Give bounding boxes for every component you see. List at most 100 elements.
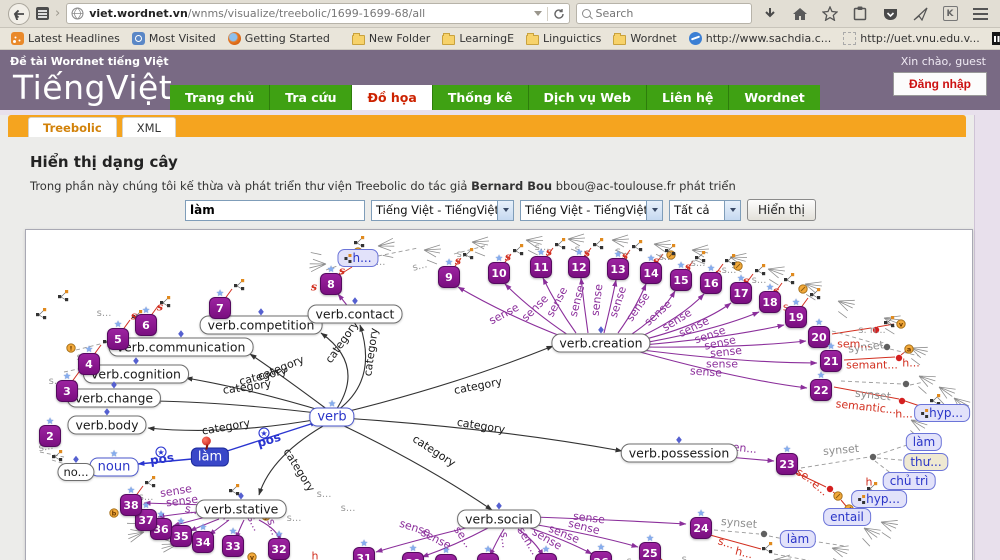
menu-button[interactable] xyxy=(968,2,992,26)
chevron-icon: › xyxy=(55,6,60,21)
search-input[interactable] xyxy=(596,7,716,20)
filter-select-3[interactable]: Tất cả xyxy=(669,200,741,221)
sense-node-32[interactable]: ★32 xyxy=(268,538,290,560)
node-noun[interactable]: ★noun xyxy=(90,458,139,477)
sense-node-27[interactable]: ★27 xyxy=(535,553,557,560)
bookmark-item-linguictics[interactable]: Linguictics xyxy=(521,30,606,47)
sense-node-8[interactable]: ★8 xyxy=(320,273,342,295)
sense-node-3[interactable]: ★3 xyxy=(56,380,78,402)
tab-treebolic[interactable]: Treebolic xyxy=(28,117,117,137)
node-hyp-2[interactable]: hyp... xyxy=(851,490,907,508)
node-verb-stative[interactable]: ♦verb.stative xyxy=(196,500,287,519)
bookmark-item-wordnet[interactable]: Wordnet xyxy=(608,30,681,47)
bookmark-item-learninge[interactable]: LearningE xyxy=(437,30,519,47)
sense-node-13[interactable]: ★13 xyxy=(607,258,629,280)
sense-node-31[interactable]: ★31 xyxy=(353,547,375,560)
back-button[interactable] xyxy=(8,3,30,25)
node-thu[interactable]: thư... xyxy=(903,453,948,471)
filter-select-2[interactable]: Tiếng Việt - TiếngViệt xyxy=(520,200,663,221)
sense-node-4[interactable]: ★4 xyxy=(78,353,100,375)
sense-node-14[interactable]: ★14 xyxy=(640,262,662,284)
tab-xml[interactable]: XML xyxy=(122,117,176,137)
sense-node-17[interactable]: ★17 xyxy=(730,282,752,304)
sense-node-18[interactable]: ★18 xyxy=(759,291,781,313)
nav-item-o-hoa[interactable]: Đồ họa xyxy=(351,85,431,110)
sense-node-12[interactable]: ★12 xyxy=(568,256,590,278)
sense-node-38[interactable]: ★38 xyxy=(120,494,142,516)
node-lam-1[interactable]: làm xyxy=(906,433,942,451)
bookmark-star-button[interactable] xyxy=(818,2,842,26)
bookmark-item-new-folder[interactable]: New Folder xyxy=(347,30,435,47)
sense-node-16[interactable]: ★16 xyxy=(700,272,722,294)
node-lam-2[interactable]: làm xyxy=(780,530,816,548)
sense-node-29[interactable]: ★29 xyxy=(435,554,457,560)
home-button[interactable] xyxy=(788,2,812,26)
download-button[interactable] xyxy=(758,2,782,26)
url-text[interactable]: viet.wordnet.vn/wnms/visualize/treebolic… xyxy=(89,7,528,20)
k-extension-button[interactable]: K xyxy=(938,2,962,26)
reload-icon[interactable] xyxy=(553,8,565,20)
node-hyp-1[interactable]: hyp... xyxy=(914,404,970,422)
node-verb-communication[interactable]: ♦verb.communication xyxy=(109,338,254,357)
share-button[interactable] xyxy=(908,2,932,26)
search-bar[interactable] xyxy=(576,3,752,24)
nav-item-thong-ke[interactable]: Thống kê xyxy=(432,85,528,110)
sense-node-10[interactable]: ★10 xyxy=(488,262,510,284)
node-verb-body[interactable]: ♦verb.body xyxy=(67,416,146,435)
sense-node-25[interactable]: ★25 xyxy=(639,542,661,560)
sense-node-5[interactable]: ★5 xyxy=(107,328,129,350)
nav-item-tra-cuu[interactable]: Tra cứu xyxy=(269,85,351,110)
sense-node-6[interactable]: ★6 xyxy=(135,314,157,336)
sense-node-21[interactable]: ★21 xyxy=(820,350,842,372)
show-button[interactable]: Hiển thị xyxy=(747,199,816,221)
site-logo[interactable]: TiếngViệt xyxy=(13,68,172,107)
sense-node-2[interactable]: ★2 xyxy=(39,425,61,447)
sense-node-11[interactable]: ★11 xyxy=(530,256,552,278)
pocket-button[interactable] xyxy=(878,2,902,26)
sense-node-33[interactable]: ★33 xyxy=(222,535,244,557)
node-no[interactable]: ♦no... xyxy=(57,463,94,481)
sense-node-28[interactable]: ★28 xyxy=(477,553,499,560)
node-entail[interactable]: entail xyxy=(823,508,871,526)
url-bar[interactable]: viet.wordnet.vn/wnms/visualize/treebolic… xyxy=(66,3,569,24)
sense-node-19[interactable]: ★19 xyxy=(785,306,807,328)
node-verb-change[interactable]: ♦verb.change xyxy=(67,389,161,408)
star-icon: ★ xyxy=(157,511,165,520)
treebolic-canvas[interactable]: vabyy!★★ categorycategorycategorycategor… xyxy=(25,229,973,560)
sense-node-35[interactable]: ★35 xyxy=(170,525,192,547)
bookmarks-menu-button[interactable] xyxy=(848,2,872,26)
sense-node-30[interactable]: ★30 xyxy=(402,552,424,560)
node-verb-social[interactable]: ♦verb.social xyxy=(457,510,541,529)
sense-node-15[interactable]: ★15 xyxy=(670,269,692,291)
query-input[interactable] xyxy=(185,200,365,221)
sense-node-7[interactable]: ★7 xyxy=(209,297,231,319)
sense-node-22[interactable]: ★22 xyxy=(810,379,832,401)
sense-node-26[interactable]: ★26 xyxy=(590,551,612,560)
node-h-top[interactable]: h... xyxy=(337,249,378,267)
filter-select-1[interactable]: Tiếng Việt - TiếngViệt xyxy=(371,200,514,221)
bookmark-item-http-uet-vnu-edu-v[interactable]: http://uet.vnu.edu.v... xyxy=(838,30,985,47)
nav-item-lien-he[interactable]: Liên hệ xyxy=(646,85,728,110)
login-button[interactable]: Đăng nhập xyxy=(893,72,987,96)
bookmark-item-http-www-sachdia-c[interactable]: http://www.sachdia.c... xyxy=(684,30,836,47)
sense-node-23[interactable]: ★23 xyxy=(776,453,798,475)
node-verb-possession[interactable]: ♦verb.possession xyxy=(621,444,738,463)
nav-item-dich-vu-web[interactable]: Dịch vụ Web xyxy=(528,85,647,110)
url-dropdown-icon[interactable] xyxy=(534,11,542,16)
nav-item-wordnet[interactable]: Wordnet xyxy=(728,85,819,110)
node-verb-contact[interactable]: ♦verb.contact xyxy=(308,305,403,324)
sense-node-34[interactable]: ★34 xyxy=(192,531,214,553)
sense-node-9[interactable]: ★9 xyxy=(438,266,460,288)
bookmark-item-https-archive-org-d[interactable]: https://archive.org/d... xyxy=(987,30,1000,47)
node-chu-tri[interactable]: chủ trì xyxy=(883,472,936,490)
bookmark-item-most-visited[interactable]: Most Visited xyxy=(127,30,221,47)
sense-node-24[interactable]: ★24 xyxy=(690,517,712,539)
star-icon: ★ xyxy=(142,502,150,511)
node-verb-creation[interactable]: ♦verb.creation xyxy=(551,334,650,353)
node-lam-selected[interactable]: làm xyxy=(191,448,229,467)
browser-toolbar: › viet.wordnet.vn/wnms/visualize/treebol… xyxy=(0,0,1000,28)
node-verb[interactable]: ★verb xyxy=(309,408,354,427)
bookmark-item-getting-started[interactable]: Getting Started xyxy=(223,30,335,47)
nav-item-trang-chu[interactable]: Trang chủ xyxy=(170,85,269,110)
bookmark-item-latest-headlines[interactable]: Latest Headlines xyxy=(6,30,125,47)
